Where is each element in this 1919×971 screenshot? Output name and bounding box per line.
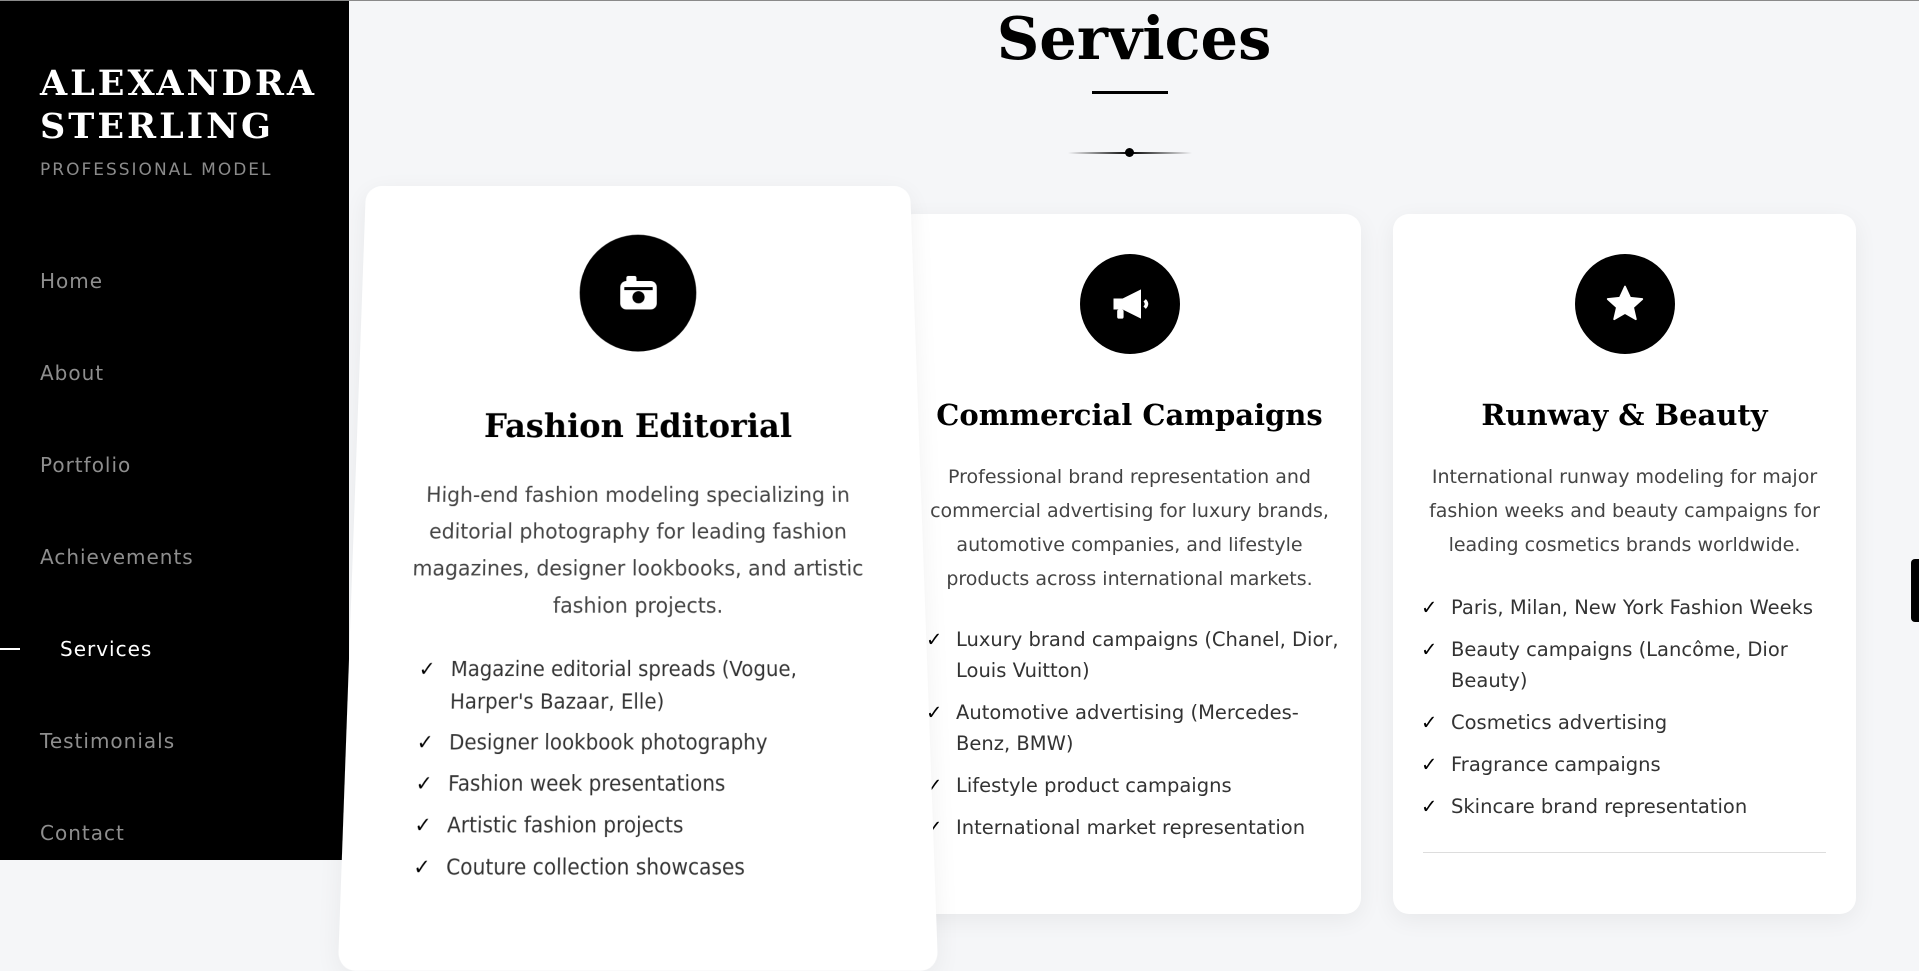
brand-subtitle: PROFESSIONAL MODEL (40, 160, 273, 180)
sidebar-nav: Home About Portfolio Achievements Servic… (0, 240, 349, 884)
list-item: ✓ Paris, Milan, New York Fashion Weeks (1421, 592, 1836, 623)
list-item: ✓ Skincare brand representation (1421, 791, 1836, 822)
check-icon: ✓ (1421, 791, 1437, 822)
scrollbar-thumb[interactable] (1911, 559, 1919, 622)
star-icon (1575, 254, 1675, 354)
nav-item-contact[interactable]: Contact (0, 792, 349, 884)
card-description: International runway modeling for major … (1423, 460, 1826, 562)
check-icon: ✓ (416, 727, 434, 760)
feature-list: ✓ Magazine editorial spreads (Vogue, Harp… (413, 654, 892, 894)
title-underline (1092, 91, 1168, 94)
card-description: High-end fashion modeling specializing i… (393, 477, 884, 625)
service-card-fashion-editorial[interactable]: Fashion Editorial High-end fashion model… (338, 186, 938, 971)
nav-item-achievements[interactable]: Achievements (0, 516, 349, 608)
brand-name: ALEXANDRA STERLING (40, 62, 349, 148)
feature-list: ✓ Paris, Milan, New York Fashion Weeks ✓ B… (1421, 592, 1836, 833)
check-icon: ✓ (1421, 707, 1437, 738)
sidebar: ALEXANDRA STERLING PROFESSIONAL MODEL Ho… (0, 0, 349, 860)
section-title: Services (349, 4, 1919, 73)
list-item: ✓ International market representation (926, 812, 1341, 843)
list-item: ✓ Luxury brand campaigns (Chanel, Dior, L… (926, 624, 1341, 686)
divider-dot (1125, 148, 1134, 157)
feature-list: ✓ Luxury brand campaigns (Chanel, Dior, L… (926, 624, 1341, 854)
list-item: ✓ Fashion week presentations (415, 768, 889, 801)
nav-item-label: Services (60, 637, 152, 661)
card-description: Professional brand representation and co… (928, 460, 1331, 596)
list-item: ✓ Lifestyle product campaigns (926, 770, 1341, 801)
active-indicator (0, 648, 20, 650)
check-icon: ✓ (414, 809, 432, 843)
service-card-runway-beauty[interactable]: Runway & Beauty International runway mod… (1393, 214, 1856, 914)
card-title: Runway & Beauty (1393, 398, 1856, 432)
check-icon: ✓ (1421, 634, 1437, 665)
list-item: ✓ Magazine editorial spreads (Vogue, Harp… (418, 654, 887, 719)
megaphone-icon (1080, 254, 1180, 354)
list-item: ✓ Automotive advertising (Mercedes-Benz, … (926, 697, 1341, 759)
top-border (0, 0, 1919, 1)
list-item: ✓ Fragrance campaigns (1421, 749, 1836, 780)
list-item: ✓ Couture collection showcases (413, 851, 891, 885)
check-icon: ✓ (926, 624, 942, 655)
card-title: Fashion Editorial (357, 408, 920, 446)
list-item: ✓ Artistic fashion projects (414, 809, 890, 843)
check-icon: ✓ (1421, 592, 1437, 623)
service-card-commercial-campaigns[interactable]: Commercial Campaigns Professional brand … (898, 214, 1361, 914)
nav-item-home[interactable]: Home (0, 240, 349, 332)
check-icon: ✓ (413, 851, 431, 885)
check-icon: ✓ (415, 768, 433, 801)
list-item: ✓ Beauty campaigns (Lancôme, Dior Beauty) (1421, 634, 1836, 696)
card-divider (1423, 852, 1826, 853)
ornament-divider (1068, 147, 1192, 159)
nav-item-testimonials[interactable]: Testimonials (0, 700, 349, 792)
check-icon: ✓ (1421, 749, 1437, 780)
card-title: Commercial Campaigns (898, 398, 1361, 432)
list-item: ✓ Designer lookbook photography (416, 727, 887, 760)
list-item: ✓ Cosmetics advertising (1421, 707, 1836, 738)
check-icon: ✓ (418, 654, 435, 686)
nav-item-about[interactable]: About (0, 332, 349, 424)
camera-icon (579, 235, 697, 352)
nav-item-portfolio[interactable]: Portfolio (0, 424, 349, 516)
nav-item-services[interactable]: Services (0, 608, 349, 700)
